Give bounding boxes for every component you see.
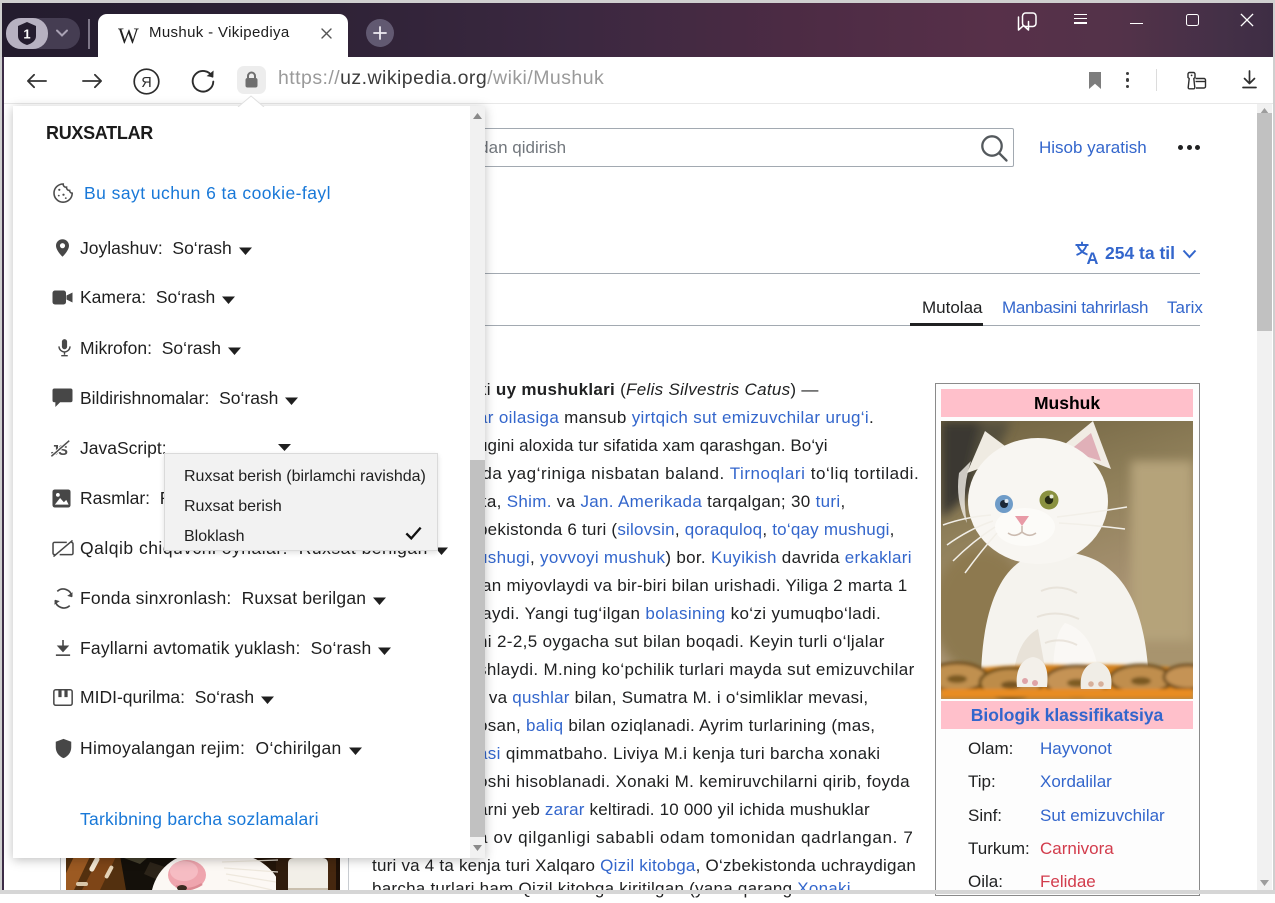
svg-text:Я: Я bbox=[141, 75, 151, 91]
svg-text:A: A bbox=[1087, 250, 1099, 265]
svg-text:1: 1 bbox=[23, 27, 30, 42]
